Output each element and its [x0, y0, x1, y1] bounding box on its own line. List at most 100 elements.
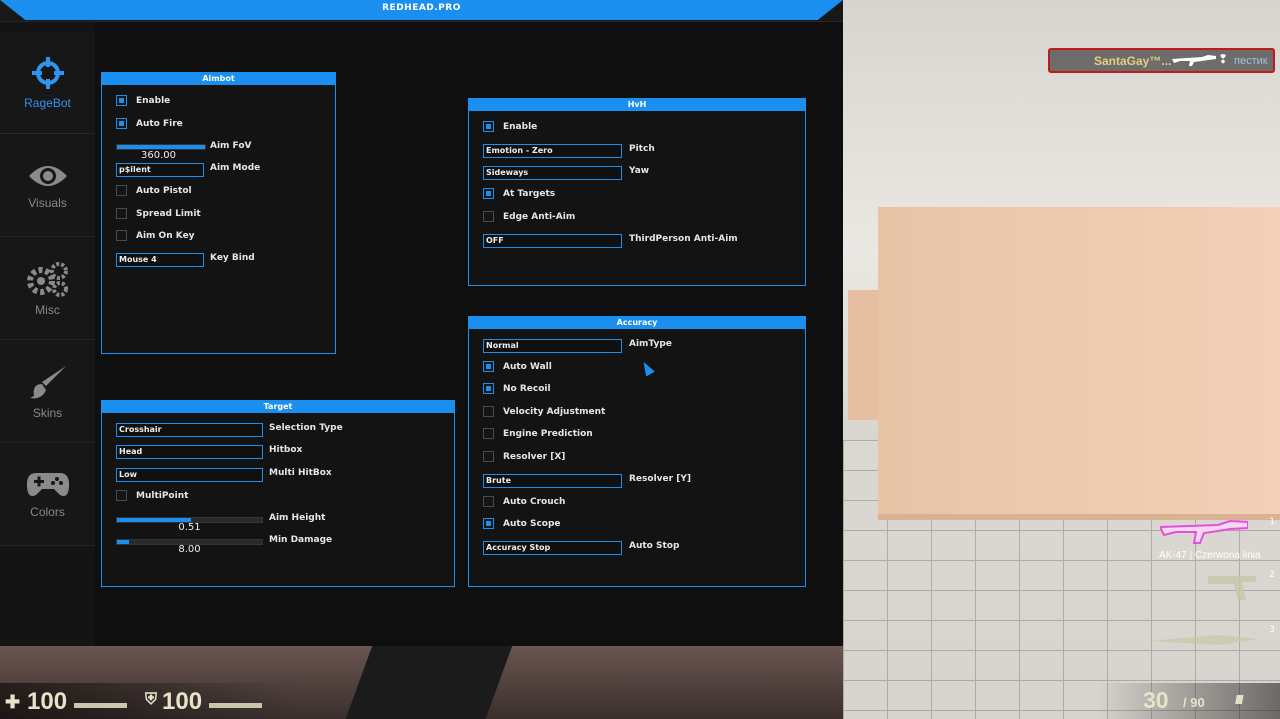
- weapon-slot-2: 2: [1200, 568, 1275, 608]
- crate: [878, 207, 1280, 520]
- knife-icon: [1149, 635, 1259, 645]
- aim-mode-select[interactable]: p$ilent: [116, 163, 204, 177]
- checkbox-label: Auto Wall: [503, 361, 552, 372]
- auto-crouch-checkbox[interactable]: Auto Crouch: [483, 496, 565, 507]
- tab-misc[interactable]: Misc: [0, 238, 95, 340]
- checkbox-label: Auto Scope: [503, 518, 561, 529]
- multi-hitbox-select[interactable]: Low: [116, 468, 263, 482]
- checkbox-box[interactable]: [483, 428, 494, 439]
- armor-bar: [209, 703, 262, 708]
- weapon-slot-number: 1: [1269, 517, 1275, 527]
- pitch-label: Pitch: [629, 144, 655, 154]
- checkbox-box[interactable]: [116, 208, 127, 219]
- killfeed-entry: SantaGay™... ❢ пестик: [1048, 48, 1275, 73]
- checkbox-label: Spread Limit: [136, 208, 201, 219]
- checkbox-label: Aim On Key: [136, 230, 195, 241]
- title-bar[interactable]: REDHEAD.PRO: [0, 0, 843, 22]
- armor-value: 100: [162, 688, 203, 715]
- aim-height-label: Aim Height: [269, 513, 326, 523]
- panel-title: Aimbot: [102, 73, 335, 85]
- weapon-slot-number: 3: [1269, 625, 1275, 635]
- yaw-select[interactable]: Sideways: [483, 166, 622, 180]
- tab-colors[interactable]: Colors: [0, 444, 95, 546]
- auto-stop-select[interactable]: Accuracy Stop: [483, 541, 622, 555]
- gears-icon: [26, 261, 68, 297]
- checkbox-box[interactable]: [116, 118, 127, 129]
- velocity-adjustment-checkbox[interactable]: Velocity Adjustment: [483, 406, 605, 417]
- pistol-icon: [1208, 576, 1256, 600]
- checkbox-label: Enable: [136, 95, 171, 106]
- weapon-slot-1: 1 AK-47 | Czerwona linia: [1150, 515, 1275, 565]
- hvh-enable-checkbox[interactable]: Enable: [483, 121, 537, 132]
- checkbox-box[interactable]: [116, 490, 127, 501]
- auto-fire-checkbox[interactable]: Auto Fire: [116, 118, 183, 129]
- weapon-name: AK-47 | Czerwona linia: [1159, 550, 1261, 561]
- tab-visuals[interactable]: Visuals: [0, 135, 95, 237]
- checkbox-label: No Recoil: [503, 383, 551, 394]
- aim-fov-value: 360.00: [141, 150, 176, 161]
- thirdperson-anti-aim-select[interactable]: OFF: [483, 234, 622, 248]
- resolver-x-checkbox[interactable]: Resolver [X]: [483, 451, 565, 462]
- tab-label: Skins: [32, 405, 63, 420]
- aimtype-label: AimType: [629, 339, 672, 349]
- edge-anti-aim-checkbox[interactable]: Edge Anti-Aim: [483, 211, 575, 222]
- auto-scope-checkbox[interactable]: Auto Scope: [483, 518, 561, 529]
- key-bind-field[interactable]: Mouse 4: [116, 253, 204, 267]
- spread-limit-checkbox[interactable]: Spread Limit: [116, 208, 201, 219]
- checkbox-box[interactable]: [483, 188, 494, 199]
- min-damage-label: Min Damage: [269, 535, 333, 545]
- selection-type-select[interactable]: Crosshair: [116, 423, 263, 437]
- weapon-slot-3: 3: [1145, 625, 1275, 655]
- target-panel: Target Crosshair Selection Type Head Hit…: [101, 400, 455, 587]
- hitbox-select[interactable]: Head: [116, 445, 263, 459]
- auto-wall-checkbox[interactable]: Auto Wall: [483, 361, 552, 372]
- killfeed-victim: пестик: [1234, 55, 1268, 67]
- checkbox-box[interactable]: [483, 383, 494, 394]
- tab-skins[interactable]: Skins: [0, 341, 95, 443]
- background-crate: [848, 290, 878, 420]
- aimtype-select[interactable]: Normal: [483, 339, 622, 353]
- aimbot-panel: Aimbot Enable Auto Fire 360.00 Aim FoV p…: [101, 72, 336, 354]
- pitch-select[interactable]: Emotion - Zero: [483, 144, 622, 158]
- checkbox-label: Enable: [503, 121, 538, 132]
- killfeed-killer: SantaGay™...: [1094, 54, 1172, 68]
- auto-pistol-checkbox[interactable]: Auto Pistol: [116, 185, 192, 196]
- aim-on-key-checkbox[interactable]: Aim On Key: [116, 230, 195, 241]
- multipoint-checkbox[interactable]: MultiPoint: [116, 490, 188, 501]
- checkbox-box[interactable]: [483, 361, 494, 372]
- min-damage-value: 8.00: [178, 544, 201, 555]
- checkbox-label: MultiPoint: [136, 490, 189, 501]
- checkbox-label: Resolver [X]: [503, 451, 566, 462]
- checkbox-label: Auto Fire: [136, 118, 183, 129]
- checkbox-box[interactable]: [483, 518, 494, 529]
- tab-label: Colors: [30, 504, 65, 519]
- weapon-slot-number: 2: [1269, 570, 1275, 580]
- checkbox-label: Auto Crouch: [503, 496, 566, 507]
- window-title: REDHEAD.PRO: [382, 3, 461, 13]
- checkbox-box[interactable]: [116, 185, 127, 196]
- checkbox-box[interactable]: [116, 95, 127, 106]
- checkbox-box[interactable]: [116, 230, 127, 241]
- eye-icon: [28, 165, 67, 186]
- checkbox-box[interactable]: [483, 406, 494, 417]
- at-targets-checkbox[interactable]: At Targets: [483, 188, 555, 199]
- checkbox-box[interactable]: [483, 451, 494, 462]
- ammo-reserve: / 90: [1183, 695, 1205, 710]
- enable-checkbox[interactable]: Enable: [116, 95, 170, 106]
- brush-icon: [29, 365, 66, 398]
- bullets-icon: /////: [1235, 693, 1244, 707]
- viewmodel-weapon: [345, 640, 515, 719]
- engine-prediction-checkbox[interactable]: Engine Prediction: [483, 428, 593, 439]
- checkbox-box[interactable]: [483, 211, 494, 222]
- auto-stop-label: Auto Stop: [629, 541, 680, 551]
- tab-ragebot[interactable]: RageBot: [0, 32, 95, 134]
- checkbox-box[interactable]: [483, 121, 494, 132]
- panel-title: Target: [102, 401, 454, 413]
- checkbox-label: Engine Prediction: [503, 428, 593, 439]
- aim-mode-label: Aim Mode: [210, 163, 261, 173]
- no-recoil-checkbox[interactable]: No Recoil: [483, 383, 551, 394]
- checkbox-box[interactable]: [483, 496, 494, 507]
- resolver-y-select[interactable]: Brute: [483, 474, 622, 488]
- hitbox-label: Hitbox: [269, 445, 303, 455]
- sidebar: RageBot Visuals Misc Skins Colors: [0, 22, 95, 646]
